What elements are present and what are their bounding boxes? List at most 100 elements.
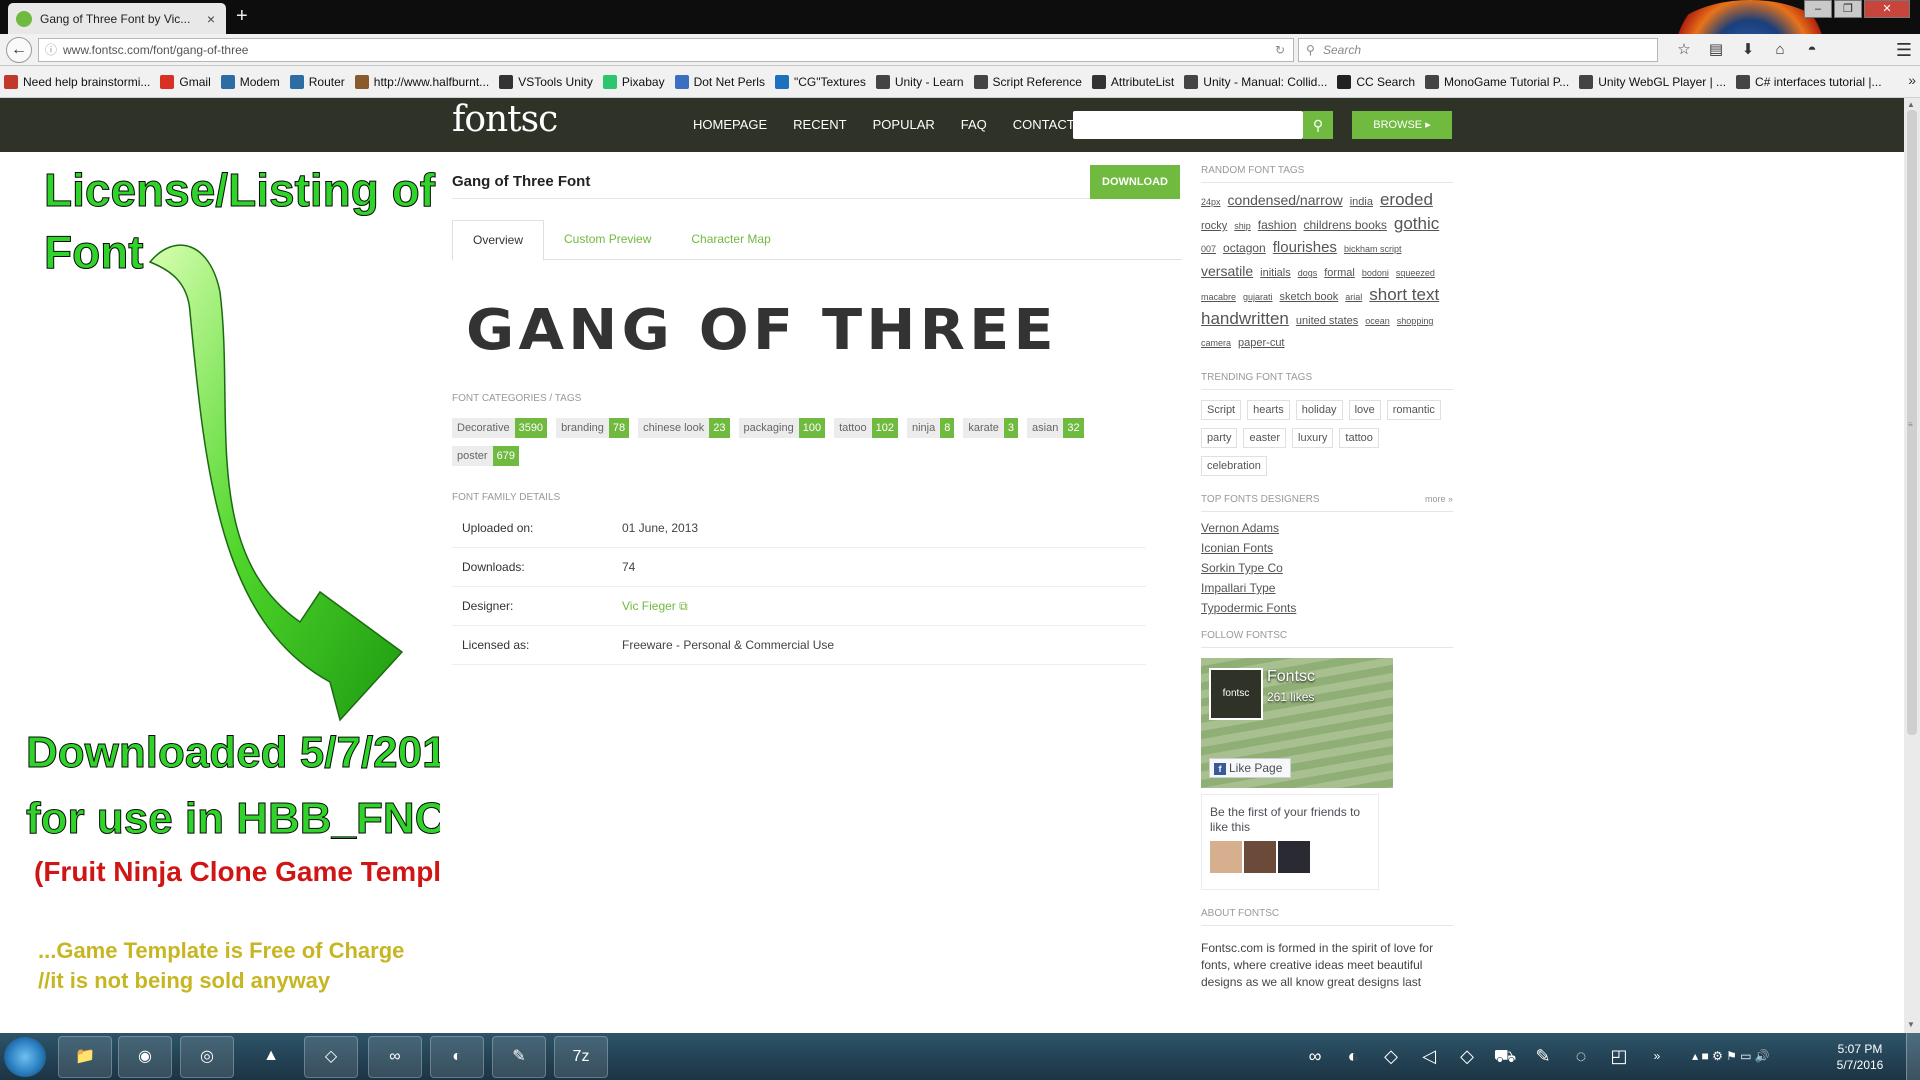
unity-tray-icon[interactable]: ◁ [1410,1037,1448,1075]
font-tag[interactable]: packaging 100 [738,418,826,438]
font-tag[interactable]: poster 679 [452,446,519,466]
trending-tag[interactable]: love [1348,400,1381,420]
font-tag[interactable]: branding 78 [556,418,630,438]
trending-tag[interactable]: romantic [1386,400,1441,420]
designer-link[interactable]: Sorkin Type Co [1201,558,1453,578]
random-tag-link[interactable]: united states [1296,310,1358,332]
random-tag-link[interactable]: fashion [1258,214,1297,236]
visual-studio-icon[interactable]: ∞ [368,1036,422,1078]
trending-tag[interactable]: holiday [1295,400,1343,420]
random-tag-link[interactable]: macabre [1201,286,1236,308]
nav-popular[interactable]: POPULAR [873,117,935,132]
random-tag-link[interactable]: handwritten [1201,308,1289,330]
random-tag-link[interactable]: 24px [1201,191,1221,213]
unity-tray-icon[interactable]: ◇ [1448,1037,1486,1075]
random-tag-link[interactable]: formal [1324,262,1355,284]
random-tag-link[interactable]: short text [1369,284,1439,306]
tab-custom-preview[interactable]: Custom Preview [544,220,671,259]
trending-tag[interactable]: Script [1201,400,1242,420]
camtasia-tray-icon[interactable]: ◰ [1600,1037,1638,1075]
font-tag[interactable]: asian 32 [1027,418,1084,438]
designers-more-link[interactable]: more » [1425,494,1453,504]
random-tag-link[interactable]: eroded [1380,189,1433,211]
bookmark-item[interactable]: AttributeList [1091,74,1174,89]
browser-tab-active[interactable]: Gang of Three Font by Vic... × [8,3,226,34]
random-tag-link[interactable]: versatile [1201,260,1253,282]
random-tag-link[interactable]: gujarati [1243,286,1273,308]
reload-icon[interactable]: ↻ [1275,39,1285,61]
avatar[interactable] [1278,841,1310,873]
visual-studio-tray-icon[interactable]: ∞ [1296,1037,1334,1075]
page-vertical-scrollbar[interactable]: ▲ ≡ ▼ [1904,98,1920,1033]
fontsc-logo[interactable]: fontsc Sea of free fonts [452,102,571,161]
font-tag[interactable]: Decorative 3590 [452,418,548,438]
facebook-page-name[interactable]: Fontsc [1267,668,1315,686]
bookmark-item[interactable]: VSTools Unity [499,74,593,89]
address-bar[interactable]: ⓘ www.fontsc.com/font/gang-of-three ↻ [38,38,1294,62]
bookmark-item[interactable]: Dot Net Perls [674,74,765,89]
browse-button[interactable]: BROWSE ▸ [1352,111,1452,139]
random-tag-link[interactable]: camera [1201,332,1231,354]
random-tag-link[interactable]: paper-cut [1238,332,1284,354]
font-tag[interactable]: tattoo 102 [834,418,898,438]
random-tag-link[interactable]: arial [1345,286,1362,308]
tray-overflow-icon[interactable]: » [1638,1037,1676,1075]
menu-hamburger-icon[interactable]: ☰ [1896,40,1912,61]
bookmark-item[interactable]: http://www.halfburnt... [354,74,489,89]
font-tag[interactable]: chinese look 23 [638,418,730,438]
designer-link[interactable]: Impallari Type [1201,578,1453,598]
nav-contact[interactable]: CONTACT [1013,117,1075,132]
bookmark-item[interactable]: Router [289,74,345,89]
vlc-icon[interactable]: ▲ [244,1036,298,1078]
minimize-button[interactable]: – [1804,0,1832,18]
facebook-like-page-button[interactable]: f Like Page [1209,758,1291,778]
random-tag-link[interactable]: flourishes [1273,237,1337,259]
home-icon[interactable]: ⌂ [1764,38,1796,62]
bookmark-item[interactable]: Need help brainstormi... [4,74,150,89]
random-tag-link[interactable]: india [1350,191,1373,213]
bookmark-item[interactable]: Gmail [160,74,211,89]
gimp-icon[interactable]: ✎ [492,1036,546,1078]
scroll-up-arrow-icon[interactable]: ▲ [1907,100,1915,109]
random-tag-link[interactable]: gothic [1394,213,1439,235]
random-tag-link[interactable]: octagon [1223,237,1266,259]
random-tag-link[interactable]: sketch book [1280,286,1339,308]
unity-icon[interactable]: ◇ [304,1036,358,1078]
reading-list-icon[interactable]: ▤ [1700,38,1732,62]
blender-icon[interactable]: ◐ [430,1036,484,1078]
site-search-button[interactable]: ⚲ [1303,111,1333,139]
bookmarks-overflow-icon[interactable]: » [1908,72,1916,88]
bookmark-item[interactable]: Unity - Learn [875,74,964,89]
trending-tag[interactable]: celebration [1201,456,1267,476]
download-button[interactable]: DOWNLOAD [1090,165,1180,199]
firefox-icon[interactable]: ◉ [118,1036,172,1078]
show-desktop-button[interactable] [1906,1033,1920,1080]
start-button[interactable] [4,1037,46,1077]
bookmark-star-icon[interactable]: ☆ [1668,38,1700,62]
bookmark-item[interactable]: Unity WebGL Player | ... [1579,74,1726,89]
7zip-icon[interactable]: 7z [554,1036,608,1078]
bookmark-item[interactable]: Unity - Manual: Collid... [1184,74,1327,89]
random-tag-link[interactable]: squeezed [1396,262,1435,284]
bookmark-item[interactable]: C# interfaces tutorial |... [1736,74,1882,89]
taskbar-clock[interactable]: 5:07 PM 5/7/2016 [1830,1041,1890,1073]
font-tag[interactable]: ninja 8 [906,418,955,438]
random-tag-link[interactable]: childrens books [1304,214,1387,236]
random-tag-link[interactable]: ship [1234,215,1251,237]
gimp-tray-icon[interactable]: ✎ [1524,1037,1562,1075]
trending-tag[interactable]: easter [1243,428,1287,448]
nav-faq[interactable]: FAQ [961,117,987,132]
random-tag-link[interactable]: bodoni [1362,262,1389,284]
chrome-icon[interactable]: ◎ [180,1036,234,1078]
tab-character-map[interactable]: Character Map [671,220,790,259]
designer-link[interactable]: Iconian Fonts [1201,538,1453,558]
downloads-icon[interactable]: ⬇ [1732,38,1764,62]
trending-tag[interactable]: party [1201,428,1238,448]
site-info-icon[interactable]: ⓘ [45,39,57,61]
random-tag-link[interactable]: initials [1260,262,1291,284]
avatar[interactable] [1244,841,1276,873]
random-tag-link[interactable]: bickham script [1344,238,1402,260]
browser-search-input[interactable]: ⚲ Search [1298,38,1658,62]
font-tag[interactable]: karate 3 [963,418,1019,438]
new-tab-button[interactable]: + [236,5,248,27]
